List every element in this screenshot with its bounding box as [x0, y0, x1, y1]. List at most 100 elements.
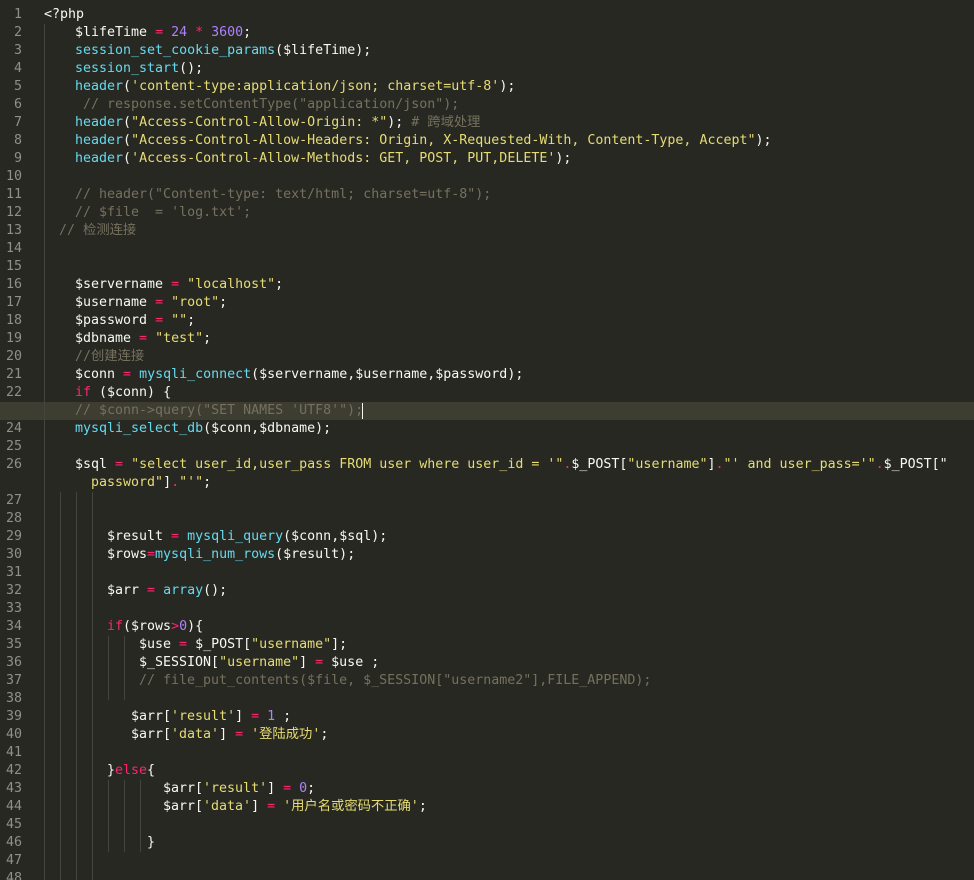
code-line[interactable]: $result = mysqli_query($conn,$sql); — [107, 528, 387, 546]
line-number: 5 — [13, 79, 22, 94]
code-line[interactable]: header("Access-Control-Allow-Headers: Or… — [75, 132, 772, 150]
line-number: 43 — [5, 781, 22, 796]
code-token: $_SESSION[ — [139, 655, 220, 670]
code-line[interactable]: password"]."'"; — [91, 474, 211, 492]
code-line[interactable]: // $conn->query("SET NAMES 'UTF8'"); — [75, 402, 363, 420]
code-line[interactable]: header('content-type:application/json; c… — [75, 78, 515, 96]
code-token: ] — [235, 709, 244, 724]
code-token: = — [227, 727, 252, 742]
code-token: ] — [251, 799, 260, 814]
code-token: ; — [320, 727, 329, 742]
code-line[interactable]: $password = ""; — [75, 312, 195, 330]
code-line[interactable]: if($rows>0){ — [107, 618, 203, 636]
code-line[interactable]: //创建连接 — [75, 348, 144, 366]
code-token: $servername — [75, 277, 164, 292]
code-line[interactable]: // response.setContentType("application/… — [83, 96, 459, 114]
line-number: 27 — [5, 493, 22, 508]
code-line[interactable]: $sql = "select user_id,user_pass FROM us… — [75, 456, 948, 474]
code-token: ); — [499, 79, 516, 94]
code-token: "Access-Control-Allow-Origin: *" — [131, 115, 388, 130]
code-token: $arr — [107, 583, 140, 598]
code-token: . — [171, 475, 180, 490]
line-number: 41 — [5, 745, 22, 760]
code-line[interactable]: <?php — [44, 6, 84, 24]
code-line[interactable]: $arr['data'] = '登陆成功'; — [131, 726, 328, 744]
code-token: $_POST[ — [571, 457, 628, 472]
line-number: 1 — [13, 7, 22, 22]
code-token: "" — [171, 313, 188, 328]
code-line[interactable]: if ($conn) { — [75, 384, 171, 402]
code-token: mysqli_connect — [139, 367, 252, 382]
code-token: 24 — [171, 25, 188, 40]
code-token: { — [147, 763, 156, 778]
line-number: 42 — [5, 763, 22, 778]
code-line[interactable]: $servername = "localhost"; — [75, 276, 283, 294]
code-token: '用户名或密码不正确' — [283, 799, 419, 814]
code-line[interactable]: // file_put_contents($file, $_SESSION["u… — [139, 672, 651, 690]
code-token: = — [163, 529, 188, 544]
code-line[interactable]: // $file = 'log.txt'; — [75, 204, 251, 222]
line-number: 18 — [5, 313, 22, 328]
code-line[interactable]: session_set_cookie_params($lifeTime); — [75, 42, 371, 60]
code-token: ; — [187, 313, 196, 328]
code-token: ] — [299, 655, 308, 670]
code-line[interactable]: $username = "root"; — [75, 294, 227, 312]
code-line[interactable]: mysqli_select_db($conn,$dbname); — [75, 420, 331, 438]
indent-guide — [108, 636, 109, 700]
code-token: $sql — [75, 457, 108, 472]
code-token: $username — [75, 295, 148, 310]
code-token: '登陆成功' — [251, 727, 321, 742]
code-line[interactable]: header("Access-Control-Allow-Origin: *")… — [75, 114, 480, 132]
indent-guide — [108, 780, 109, 852]
code-token: = — [275, 781, 300, 796]
code-token: "' and user_pass='" — [723, 457, 876, 472]
code-token: ; — [203, 331, 212, 346]
code-token: //创建连接 — [75, 349, 145, 364]
code-line[interactable]: $arr['data'] = '用户名或密码不正确'; — [163, 798, 427, 816]
code-token: = — [115, 367, 140, 382]
code-line[interactable]: $arr['result'] = 0; — [163, 780, 315, 798]
code-line[interactable]: // header("Content-type: text/html; char… — [75, 186, 491, 204]
code-token: "root" — [171, 295, 220, 310]
code-line[interactable]: $_SESSION["username"] = $use ; — [139, 654, 379, 672]
code-line[interactable]: $rows=mysqli_num_rows($result); — [107, 546, 355, 564]
code-token: ( — [123, 133, 132, 148]
code-line[interactable]: $lifeTime = 24 * 3600; — [75, 24, 251, 42]
code-line[interactable]: $arr = array(); — [107, 582, 227, 600]
line-number: 29 — [5, 529, 22, 544]
code-token: password" — [91, 475, 164, 490]
line-number: 4 — [13, 61, 22, 76]
code-token: $dbname — [75, 331, 132, 346]
code-line[interactable]: // 检测连接 — [59, 222, 136, 240]
code-token: if — [75, 385, 92, 400]
code-token: ; — [418, 799, 427, 814]
code-token: ); — [755, 133, 772, 148]
code-token: = — [131, 331, 156, 346]
indent-guide — [124, 780, 125, 852]
code-token: // $conn->query("SET NAMES 'UTF8'"); — [75, 403, 364, 418]
code-line[interactable]: }else{ — [107, 762, 155, 780]
indent-guide — [140, 780, 141, 852]
code-token: ] — [267, 781, 276, 796]
code-token: 'Access-Control-Allow-Methods: GET, POST… — [131, 151, 556, 166]
code-editor[interactable]: 1234567891011121314151617181920212223242… — [0, 0, 974, 880]
line-number: 38 — [5, 691, 22, 706]
code-token: ; — [203, 475, 212, 490]
code-token: ; — [307, 781, 316, 796]
code-token: ); — [555, 151, 572, 166]
code-token: > — [171, 619, 180, 634]
code-token: header — [75, 133, 124, 148]
code-token: ] — [163, 475, 172, 490]
code-line[interactable]: $dbname = "test"; — [75, 330, 211, 348]
code-line[interactable]: $arr['result'] = 1 ; — [131, 708, 291, 726]
code-line[interactable]: } — [147, 834, 155, 852]
line-number: 10 — [5, 169, 22, 184]
code-token: # 跨域处理 — [411, 115, 481, 130]
code-token: $password — [75, 313, 148, 328]
line-number-gutter: 1234567891011121314151617181920212223242… — [0, 0, 34, 880]
code-line[interactable]: session_start(); — [75, 60, 203, 78]
code-line[interactable]: $conn = mysqli_connect($servername,$user… — [75, 366, 523, 384]
code-line[interactable]: header('Access-Control-Allow-Methods: GE… — [75, 150, 571, 168]
indent-guide — [44, 24, 45, 880]
code-line[interactable]: $use = $_POST["username"]; — [139, 636, 347, 654]
